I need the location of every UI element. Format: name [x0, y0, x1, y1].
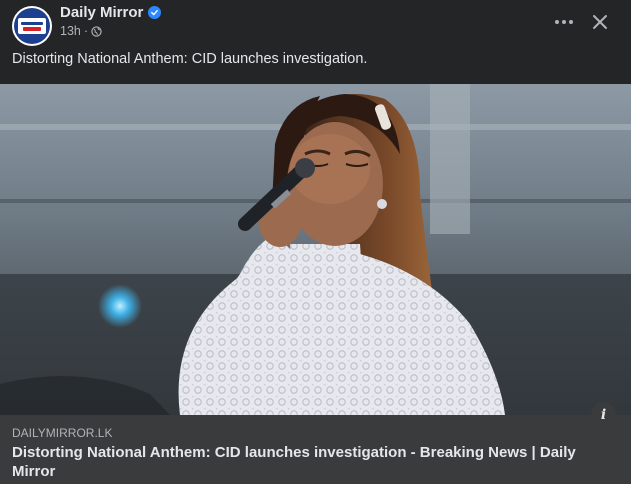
meta-separator: · — [83, 24, 89, 38]
info-icon[interactable]: i — [591, 402, 616, 427]
post-time[interactable]: 13h — [60, 24, 81, 38]
more-options-icon[interactable] — [548, 8, 580, 36]
page-name: Daily Mirror — [60, 4, 144, 21]
daily-mirror-logo — [14, 8, 50, 44]
close-icon[interactable] — [586, 8, 614, 36]
link-domain: DAILYMIRROR.LK — [12, 426, 113, 440]
globe-icon[interactable] — [91, 25, 102, 37]
link-preview[interactable]: DAILYMIRROR.LK Distorting National Anthe… — [0, 415, 631, 484]
post-meta: 13h · — [60, 24, 102, 38]
post-header: Daily Mirror 13h · Distorting National A… — [0, 0, 631, 84]
page-name-link[interactable]: Daily Mirror — [60, 4, 162, 21]
post-caption: Distorting National Anthem: CID launches… — [12, 51, 368, 67]
article-image[interactable] — [0, 84, 631, 415]
verified-badge-icon — [148, 6, 162, 19]
page-avatar[interactable] — [12, 6, 52, 46]
link-title[interactable]: Distorting National Anthem: CID launches… — [12, 443, 612, 481]
